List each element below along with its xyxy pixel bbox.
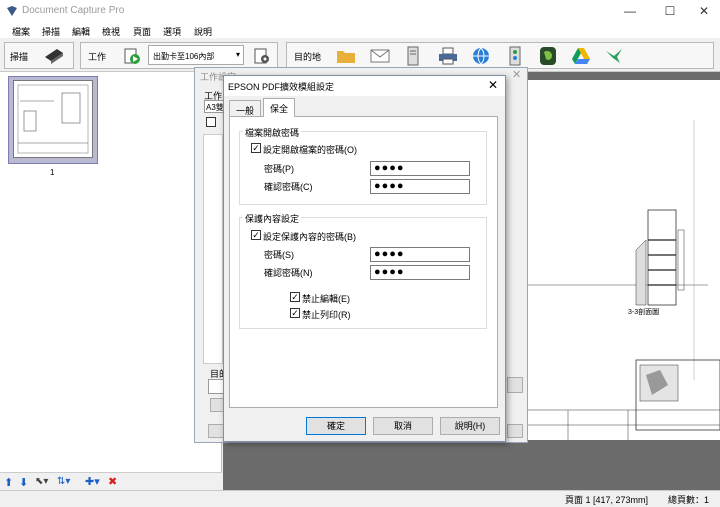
web-button[interactable] (469, 44, 493, 67)
ftp-button[interactable] (401, 44, 425, 67)
tab-security-label: 保全 (270, 104, 289, 114)
thumbnail-page-image (13, 80, 93, 158)
scanner-icon (45, 48, 63, 64)
app-title: Document Capture Pro (22, 5, 125, 16)
printer-icon (439, 47, 457, 64)
select-icon[interactable]: ⬉▾ (35, 476, 48, 487)
settings-icon (254, 48, 269, 63)
hummingbird-button[interactable] (602, 44, 626, 67)
job-settings-close-icon[interactable]: ✕ (512, 68, 521, 81)
menu-edit[interactable]: 編輯 (72, 25, 90, 38)
permission-password-value: ●●●● (374, 248, 405, 260)
open-password-group-title: 檔案開啟密碼 (243, 126, 302, 139)
job-settings-destination-field[interactable] (208, 379, 224, 394)
tab-general-label: 一般 (236, 106, 255, 116)
minimize-button[interactable]: — (612, 0, 648, 22)
open-password-confirm-value: ●●●● (374, 180, 405, 192)
sharepoint-button[interactable] (503, 44, 527, 67)
permission-password-checkbox-label: 設定保護內容的密碼(B) (263, 232, 356, 242)
job-settings-button[interactable] (208, 424, 224, 438)
permission-password-input[interactable]: ●●●● (370, 247, 470, 262)
network-icon (509, 46, 521, 65)
status-page-info: 頁面 1 [417, 273mm] (565, 495, 649, 505)
email-button[interactable] (368, 44, 392, 67)
add-page-icon[interactable]: ✚▾ (85, 475, 100, 488)
preview-drawing (528, 120, 720, 440)
job-label: 工作 (88, 52, 107, 62)
thumbnail-drawing (17, 84, 89, 154)
move-up-icon[interactable]: ⬆ (4, 476, 13, 489)
print-button[interactable] (436, 44, 460, 67)
google-drive-button[interactable] (569, 44, 593, 67)
scan-button[interactable] (40, 44, 68, 67)
google-drive-icon (572, 47, 590, 64)
open-password-confirm-label: 確認密碼(C) (264, 182, 313, 192)
job-settings-side-button[interactable] (507, 377, 523, 393)
menu-help[interactable]: 說明 (194, 25, 212, 38)
no-edit-checkbox[interactable]: ✓ (290, 292, 300, 302)
tab-general[interactable]: 一般 (229, 100, 262, 117)
permission-confirm-value: ●●●● (374, 266, 405, 278)
open-password-value: ●●●● (374, 162, 405, 174)
globe-icon (473, 47, 489, 64)
destination-label: 目的地 (294, 52, 322, 62)
close-button[interactable]: ✕ (686, 0, 720, 22)
open-password-input[interactable]: ●●●● (370, 161, 470, 176)
job-settings-button[interactable] (250, 44, 274, 67)
job-select-value: 出勤卡至106內部 (153, 52, 215, 61)
menu-options[interactable]: 選項 (163, 25, 181, 38)
preview-page (528, 80, 720, 440)
permission-password-checkbox[interactable]: ✓ (251, 230, 261, 240)
delete-page-icon[interactable]: ✖ (108, 475, 117, 488)
job-run-icon (124, 48, 140, 64)
tab-security[interactable]: 保全 (263, 98, 296, 117)
open-password-checkbox[interactable]: ✓ (251, 143, 261, 153)
scan-label: 掃描 (10, 52, 29, 62)
open-password-label: 密碼(P) (264, 164, 294, 174)
folder-icon (337, 50, 355, 63)
help-button[interactable]: 說明(H) (440, 417, 500, 435)
menu-view[interactable]: 檢視 (102, 25, 120, 38)
job-settings-checkbox[interactable] (206, 117, 216, 127)
evernote-button[interactable] (536, 44, 560, 67)
permission-confirm-input[interactable]: ●●●● (370, 265, 470, 280)
email-icon (370, 49, 390, 62)
thumbnail-page-number: 1 (50, 168, 55, 177)
app-icon (7, 6, 17, 16)
no-print-label: 禁止列印(R) (302, 310, 351, 320)
server-icon (407, 46, 419, 65)
permission-password-label: 密碼(S) (264, 250, 294, 260)
job-settings-destination-button[interactable] (210, 398, 224, 412)
chevron-down-icon: ▾ (235, 50, 240, 59)
job-settings-side-button-2[interactable] (507, 424, 523, 438)
maximize-button[interactable]: ☐ (652, 0, 688, 22)
open-password-confirm-input[interactable]: ●●●● (370, 179, 470, 194)
no-edit-label: 禁止編輯(E) (302, 294, 350, 304)
folder-button[interactable] (334, 44, 358, 67)
evernote-icon (540, 46, 556, 65)
job-settings-panel (203, 134, 223, 364)
open-password-checkbox-label: 設定開啟檔案的密碼(O) (263, 145, 357, 155)
job-run-button[interactable] (120, 44, 144, 67)
drawing-section-label: 3-3剖面圖 (628, 309, 660, 316)
permission-confirm-label: 確認密碼(N) (264, 268, 313, 278)
job-settings-name-value: A3雙 (206, 103, 224, 112)
cancel-button[interactable]: 取消 (373, 417, 433, 435)
move-down-icon[interactable]: ⬇ (19, 476, 28, 489)
menu-page[interactable]: 頁面 (133, 25, 151, 38)
job-select[interactable]: 出勤卡至106內部 ▾ (148, 45, 244, 65)
ok-button[interactable]: 確定 (306, 417, 366, 435)
hummingbird-icon (606, 48, 622, 63)
pdf-settings-close-icon[interactable]: ✕ (488, 78, 498, 92)
permission-group-title: 保護內容設定 (243, 212, 302, 225)
status-total-pages: 總頁數：1 (668, 495, 710, 505)
pdf-settings-title: EPSON PDF擴效模組設定 (228, 82, 335, 92)
no-print-checkbox[interactable]: ✓ (290, 308, 300, 318)
menu-scan[interactable]: 掃描 (42, 25, 60, 38)
menu-file[interactable]: 檔案 (12, 25, 30, 38)
sort-icon[interactable]: ⇅▾ (57, 476, 70, 487)
